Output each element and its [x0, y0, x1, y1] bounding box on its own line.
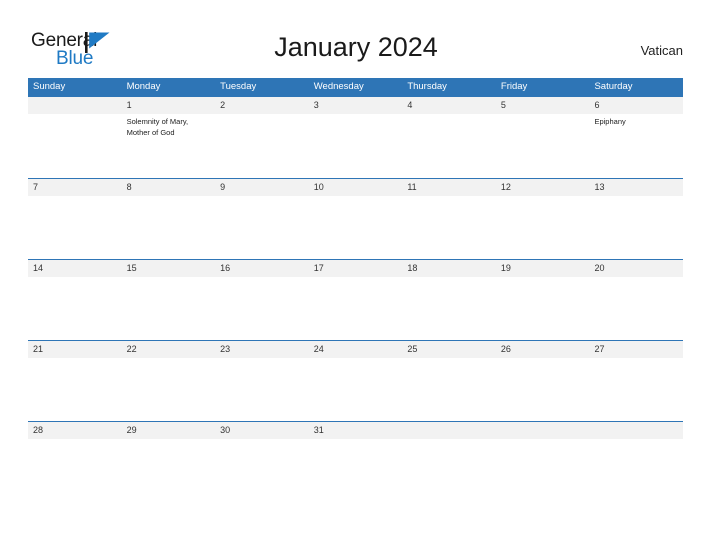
day-number[interactable]: 4: [402, 97, 496, 114]
day-number[interactable]: 26: [496, 341, 590, 358]
day-number[interactable]: [589, 422, 683, 439]
day-event: [215, 439, 309, 503]
day-number[interactable]: 22: [122, 341, 216, 358]
day-event: Epiphany: [594, 117, 626, 126]
weekday-header-tuesday: Tuesday: [220, 81, 257, 92]
weekday-header-saturday: Saturday: [594, 81, 633, 92]
day-number[interactable]: 10: [309, 179, 403, 196]
day-number[interactable]: 13: [589, 179, 683, 196]
day-number[interactable]: [402, 422, 496, 439]
weekday-header-sunday: Sunday: [33, 81, 66, 92]
region-label: Vatican: [640, 43, 683, 58]
day-number[interactable]: [28, 97, 122, 114]
day-number[interactable]: 2: [215, 97, 309, 114]
day-number[interactable]: 20: [589, 260, 683, 277]
day-event: [496, 114, 590, 178]
day-number[interactable]: 3: [309, 97, 403, 114]
day-number[interactable]: 27: [589, 341, 683, 358]
day-event: [402, 439, 496, 503]
day-event: [309, 358, 403, 422]
day-event: [28, 439, 122, 503]
day-event: [589, 277, 683, 341]
weekday-header-friday: Friday: [500, 81, 528, 92]
day-number[interactable]: 1: [122, 97, 216, 114]
day-number[interactable]: 29: [122, 422, 216, 439]
day-event: [402, 114, 496, 178]
week-date-band: 14 15 16 17 18 19 20: [28, 260, 683, 277]
page-title: January 2024: [274, 32, 438, 62]
week-row: 7 8 9 10 11 12 13: [28, 178, 683, 260]
day-number[interactable]: [496, 422, 590, 439]
day-event: [589, 358, 683, 422]
day-event: [496, 439, 590, 503]
weekday-header-row: Sunday Monday Tuesday Wednesday Thursday…: [28, 78, 683, 96]
day-event: [215, 358, 309, 422]
weekday-header-monday: Monday: [126, 81, 161, 92]
day-event: [309, 277, 403, 341]
month-calendar-grid: Sunday Monday Tuesday Wednesday Thursday…: [28, 78, 683, 503]
day-number[interactable]: 24: [309, 341, 403, 358]
day-event: [496, 277, 590, 341]
day-number[interactable]: 16: [215, 260, 309, 277]
week-event-band: Solemnity of Mary, Mother of God Epiphan…: [28, 114, 683, 178]
week-event-band: [28, 439, 683, 503]
day-number[interactable]: 5: [496, 97, 590, 114]
day-event: Solemnity of Mary, Mother of God: [126, 117, 189, 137]
day-event: [28, 277, 122, 341]
day-event: [309, 114, 403, 178]
week-row: 1 2 3 4 5 6 Solemnity of Mary, Mother of…: [28, 96, 683, 178]
day-number[interactable]: 25: [402, 341, 496, 358]
day-number[interactable]: 9: [215, 179, 309, 196]
week-row: 28 29 30 31: [28, 421, 683, 503]
day-event: [309, 439, 403, 503]
day-event: [122, 358, 216, 422]
day-event: [28, 196, 122, 260]
day-number[interactable]: 15: [122, 260, 216, 277]
day-event: [215, 277, 309, 341]
day-number[interactable]: 14: [28, 260, 122, 277]
day-event: [28, 358, 122, 422]
week-event-band: [28, 196, 683, 260]
week-event-band: [28, 358, 683, 422]
day-number[interactable]: 18: [402, 260, 496, 277]
day-event: [122, 439, 216, 503]
page-header: General Blue January 2024 Vatican: [0, 0, 712, 78]
day-number[interactable]: 28: [28, 422, 122, 439]
day-number[interactable]: 6: [589, 97, 683, 114]
week-date-band: 1 2 3 4 5 6: [28, 97, 683, 114]
day-number[interactable]: 21: [28, 341, 122, 358]
day-event: [589, 196, 683, 260]
week-event-band: [28, 277, 683, 341]
week-date-band: 28 29 30 31: [28, 422, 683, 439]
day-event: [122, 196, 216, 260]
day-event: [309, 196, 403, 260]
day-event: [215, 196, 309, 260]
day-number[interactable]: 30: [215, 422, 309, 439]
day-number[interactable]: 12: [496, 179, 590, 196]
day-event: [122, 277, 216, 341]
day-number[interactable]: 7: [28, 179, 122, 196]
calendar-page: General Blue January 2024 Vatican Sunday…: [0, 0, 712, 550]
day-number[interactable]: 23: [215, 341, 309, 358]
day-event: [496, 196, 590, 260]
day-event: [402, 358, 496, 422]
day-event: [28, 114, 122, 178]
week-row: 14 15 16 17 18 19 20: [28, 259, 683, 341]
week-row: 21 22 23 24 25 26 27: [28, 340, 683, 422]
day-number[interactable]: 11: [402, 179, 496, 196]
day-event: [402, 277, 496, 341]
day-number[interactable]: 17: [309, 260, 403, 277]
day-event: [215, 114, 309, 178]
day-number[interactable]: 19: [496, 260, 590, 277]
weekday-header-thursday: Thursday: [407, 81, 447, 92]
day-number[interactable]: 8: [122, 179, 216, 196]
day-event: [589, 439, 683, 503]
week-date-band: 7 8 9 10 11 12 13: [28, 179, 683, 196]
weekday-header-wednesday: Wednesday: [313, 81, 364, 92]
day-event: [402, 196, 496, 260]
week-date-band: 21 22 23 24 25 26 27: [28, 341, 683, 358]
day-number[interactable]: 31: [309, 422, 403, 439]
day-event: [496, 358, 590, 422]
